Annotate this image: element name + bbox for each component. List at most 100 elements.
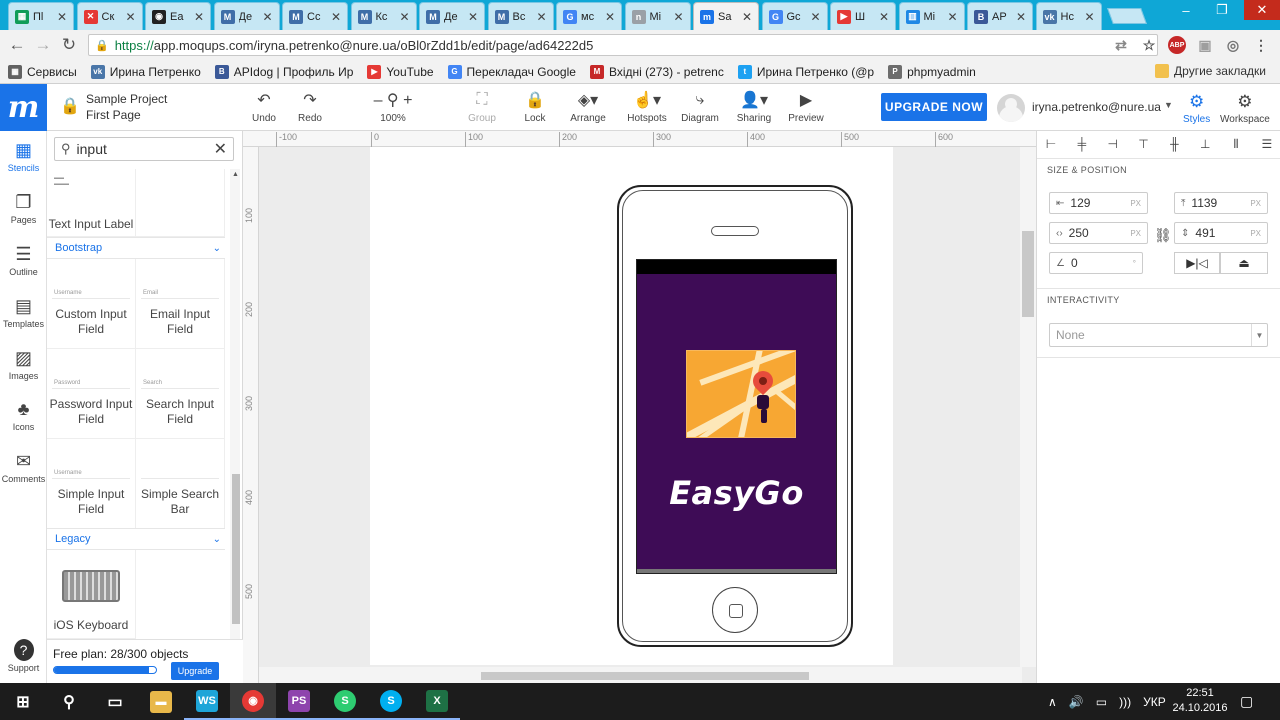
align-left-icon[interactable]: ⊢ [1043, 137, 1059, 155]
align-middle-icon[interactable]: ╫ [1166, 137, 1182, 155]
arrange-button[interactable]: ◈▾ Arrange [560, 90, 616, 124]
vertical-scroll-thumb[interactable] [1022, 231, 1034, 317]
phone-screen[interactable]: EasyGo [636, 259, 837, 574]
bookmark-item[interactable]: M Вхідні (273) - petrenc [589, 64, 724, 79]
close-tab-icon[interactable]: ✕ [947, 10, 957, 24]
stencil-item[interactable]: Simple Search Bar [136, 439, 225, 529]
start-button[interactable]: ⊞ [0, 683, 46, 720]
chevron-up-icon[interactable]: ∧ [1048, 695, 1057, 709]
canvas-horizontal-scrollbar[interactable] [259, 667, 1022, 683]
browser-tab[interactable]: ✕ Ск ✕ [76, 2, 143, 30]
rail-stencils[interactable]: ▦ Stencils [0, 139, 47, 174]
extension-icon[interactable]: ▣ [1196, 36, 1214, 54]
stencil-item[interactable]: Email Email Input Field [136, 259, 225, 349]
volume-icon[interactable]: 🔊 [1069, 695, 1084, 709]
map-pin-image[interactable] [686, 350, 796, 438]
close-tab-icon[interactable]: ✕ [742, 10, 752, 24]
adblock-icon[interactable]: ABP [1168, 36, 1186, 54]
clear-search-icon[interactable]: ✕ [214, 139, 227, 159]
align-top-icon[interactable]: ⊤ [1136, 137, 1152, 155]
explorer-app[interactable]: ▬ [138, 683, 184, 720]
phpstorm-app[interactable]: PS [276, 683, 322, 720]
star-icon[interactable]: ☆ [1140, 36, 1158, 54]
browser-tab[interactable]: Gмс ✕ [556, 2, 622, 30]
forward-icon[interactable]: → [32, 35, 54, 55]
stencil-search[interactable]: ⚲ ✕ [54, 137, 234, 161]
close-tab-icon[interactable]: ✕ [125, 10, 135, 24]
browser-tab[interactable]: M Кс ✕ [350, 2, 417, 30]
align-right-icon[interactable]: ⊣ [1105, 137, 1121, 155]
section-bootstrap[interactable]: Bootstrap ⌄ [47, 237, 225, 259]
camera-icon[interactable]: ◎ [1224, 36, 1242, 54]
reload-icon[interactable]: ↻ [58, 35, 80, 55]
project-lock-icon[interactable]: 🔒 [60, 96, 80, 116]
stencil-item[interactable]: Username Simple Input Field [47, 439, 136, 529]
height-field[interactable]: ⇕ 491 PX [1174, 222, 1268, 244]
phone-mockup[interactable]: EasyGo [617, 185, 853, 647]
group-button[interactable]: ⛶ Group [454, 90, 510, 124]
network-icon[interactable]: ))) [1119, 695, 1131, 709]
clock[interactable]: 22:51 24.10.2016 [1172, 686, 1228, 716]
y-field[interactable]: ⤒ 1139 PX [1174, 192, 1268, 214]
flip-vertical-button[interactable]: ⏏ [1220, 252, 1268, 274]
browser-tab[interactable]: M Сс ✕ [282, 2, 348, 30]
skype-app[interactable]: S [368, 683, 414, 720]
bookmark-item[interactable]: vk Ирина Петренко [90, 64, 201, 79]
notifications-icon[interactable]: ▢ [1240, 683, 1253, 720]
hotspots-button[interactable]: ☝▾ Hotspots [619, 90, 675, 124]
workspace-button[interactable]: ⚙ Workspace [1220, 92, 1270, 125]
browser-tab[interactable]: ▶ Ш ✕ [830, 2, 896, 30]
browser-tab[interactable]: vk Нс ✕ [1035, 2, 1102, 30]
close-tab-icon[interactable]: ✕ [262, 10, 272, 24]
s-app[interactable]: S [322, 683, 368, 720]
rotation-field[interactable]: ∠ 0 ° [1049, 252, 1143, 274]
close-window-icon[interactable]: ✕ [1244, 0, 1280, 20]
menu-icon[interactable]: ⋮ [1252, 36, 1270, 54]
browser-tab[interactable]: G Gc ✕ [761, 2, 828, 30]
align-center-icon[interactable]: ╪ [1074, 137, 1090, 155]
bookmark-item[interactable]: G Перекладач Google [447, 64, 576, 79]
stencil-item[interactable]: Search Search Input Field [136, 349, 225, 439]
bookmark-item[interactable]: B APIdog | Профиль Ир [214, 64, 353, 79]
stencil-search-input[interactable] [76, 141, 207, 157]
webstorm-app[interactable]: WS [184, 683, 230, 720]
canvas-area[interactable]: -100 0 100 200 300 400 500 600 100 200 300 400 500 … [243, 131, 1036, 683]
new-tab-button[interactable] [1107, 8, 1147, 24]
stencil-scrollbar[interactable]: ▲ [230, 169, 240, 639]
close-tab-icon[interactable]: ✕ [1084, 10, 1094, 24]
translate-icon[interactable]: ⇄ [1112, 36, 1130, 54]
flip-horizontal-button[interactable]: ▶|◁ [1174, 252, 1220, 274]
browser-tab[interactable]: M Вс ✕ [487, 2, 554, 30]
stencil-item[interactable]: Password Password Input Field [47, 349, 136, 439]
upgrade-button[interactable]: Upgrade [171, 662, 219, 680]
close-tab-icon[interactable]: ✕ [468, 10, 478, 24]
browser-tab[interactable]: ▦ Пl ✕ [8, 2, 74, 30]
styles-button[interactable]: ⚙ Styles [1183, 92, 1210, 125]
scroll-up-icon[interactable]: ▲ [232, 171, 239, 178]
address-bar[interactable]: 🔒 https://app.moqups.com/iryna.petrenko@… [88, 34, 1158, 56]
rail-outline[interactable]: ☰ Outline [0, 243, 47, 278]
language-indicator[interactable]: УКР [1143, 695, 1166, 709]
excel-app[interactable]: X [414, 683, 460, 720]
back-icon[interactable]: ← [6, 35, 28, 55]
redo-button[interactable]: ↷ Redo [282, 90, 338, 124]
distribute-horizontal-icon[interactable]: ⫴ [1228, 137, 1244, 155]
close-tab-icon[interactable]: ✕ [57, 10, 67, 24]
interactivity-select[interactable]: None ▼ [1049, 323, 1268, 347]
chevron-down-icon[interactable]: ▼ [1164, 100, 1173, 110]
stencil-item[interactable]: ▬▬ ▬▬▬ Text Input Label [47, 169, 136, 237]
browser-tab[interactable]: B АР ✕ [967, 2, 1033, 30]
rail-icons[interactable]: ♣ Icons [0, 398, 47, 433]
search-button[interactable]: ⚲ [46, 683, 92, 720]
battery-icon[interactable]: ▭ [1096, 695, 1107, 709]
stencil-item-ios-keyboard[interactable]: iOS Keyboard [47, 550, 136, 639]
section-legacy[interactable]: Legacy ⌄ [47, 528, 225, 550]
width-field[interactable]: ‹› 250 PX [1049, 222, 1148, 244]
close-tab-icon[interactable]: ✕ [1016, 10, 1026, 24]
project-info[interactable]: Sample Project First Page [86, 91, 167, 123]
minimize-icon[interactable]: – [1172, 0, 1200, 20]
lock-button[interactable]: 🔒 Lock [507, 90, 563, 124]
rail-comments[interactable]: ✉ Comments [0, 450, 47, 485]
rail-pages[interactable]: ❐ Pages [0, 191, 47, 226]
close-tab-icon[interactable]: ✕ [673, 10, 683, 24]
